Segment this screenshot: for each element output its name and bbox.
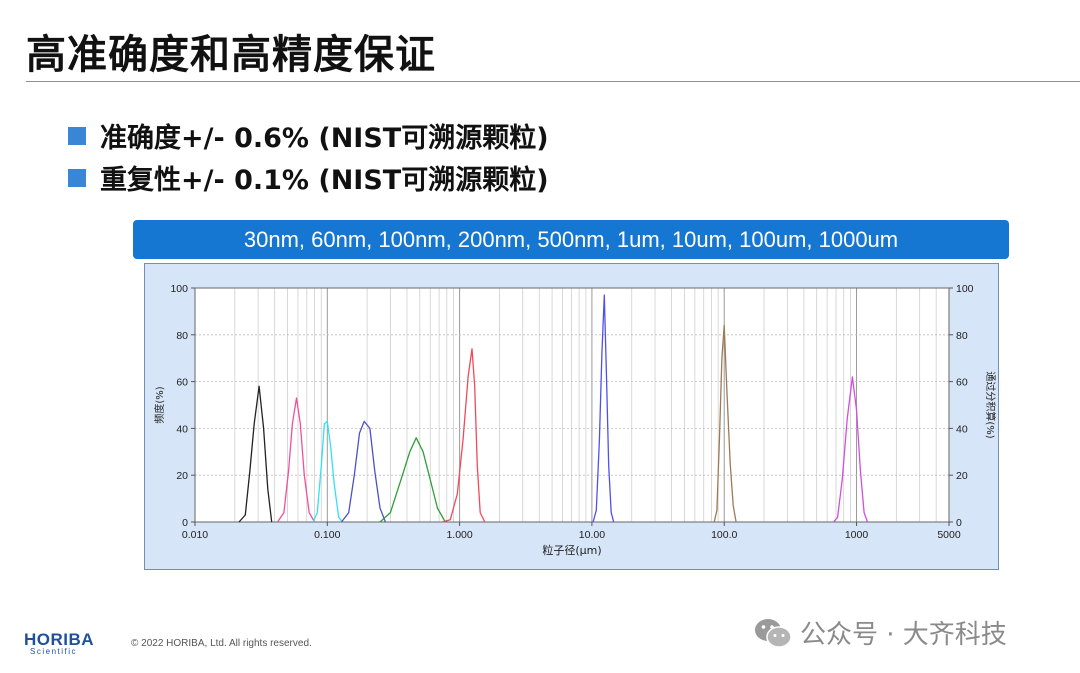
y-tick-label: 100: [170, 283, 188, 295]
chart-svg: 0.010 0.100 1.000 10.00 100.0 1000 50000204060…: [153, 283, 997, 557]
bullet-text: 准确度+/- 0.6% (NIST可溯源颗粒): [100, 123, 549, 154]
y-tick-label: 0: [182, 517, 188, 529]
bullet-accuracy: 准确度+/- 0.6% (NIST可溯源颗粒): [68, 116, 549, 155]
y-tick-label: 60: [176, 377, 188, 389]
y-tick-label: 20: [176, 470, 188, 482]
y-tick-label: 40: [176, 423, 188, 435]
x-tick-label: 5000: [937, 529, 961, 541]
x-axis-label: 粒子径(μm): [542, 543, 601, 557]
bullet-text: 重复性+/- 0.1% (NIST可溯源颗粒): [100, 165, 549, 196]
x-tick-label: 1.000: [446, 529, 472, 541]
horiba-logo-subtitle: Scientific: [30, 647, 78, 656]
x-tick-label: 1000: [845, 529, 869, 541]
y-tick-label: 80: [176, 330, 188, 342]
x-tick-label: 0.010: [182, 529, 208, 541]
y2-axis-label: 通过分积算(%): [984, 371, 997, 438]
bullet-repeatability: 重复性+/- 0.1% (NIST可溯源颗粒): [68, 158, 549, 197]
bullet-square-icon: [68, 126, 86, 145]
y2-tick-label: 80: [956, 330, 968, 342]
watermark: 公众号 · 大齐科技: [754, 614, 1007, 651]
y2-tick-label: 40: [956, 423, 968, 435]
title-divider: [26, 81, 1080, 82]
y-axis-label: 频度(%): [153, 386, 166, 423]
y2-tick-label: 100: [956, 283, 974, 295]
bullet-square-icon: [68, 168, 86, 187]
y2-tick-label: 0: [956, 517, 962, 529]
size-list-banner: 30nm, 60nm, 100nm, 200nm, 500nm, 1um, 10…: [133, 220, 1009, 259]
watermark-text: 公众号 · 大齐科技: [800, 620, 1007, 650]
slide-title: 高准确度和高精度保证: [26, 32, 436, 78]
y2-tick-label: 60: [956, 377, 968, 389]
copyright-text: © 2022 HORIBA, Ltd. All rights reserved.: [131, 638, 312, 649]
y2-tick-label: 20: [956, 470, 968, 482]
x-tick-label: 100.0: [711, 529, 737, 541]
x-tick-label: 10.00: [579, 529, 605, 541]
particle-size-chart: 0.010 0.100 1.000 10.00 100.0 1000 5000 0 20 40 60…: [144, 263, 999, 570]
wechat-icon: [755, 618, 792, 648]
x-tick-label: 0.100: [314, 529, 340, 541]
